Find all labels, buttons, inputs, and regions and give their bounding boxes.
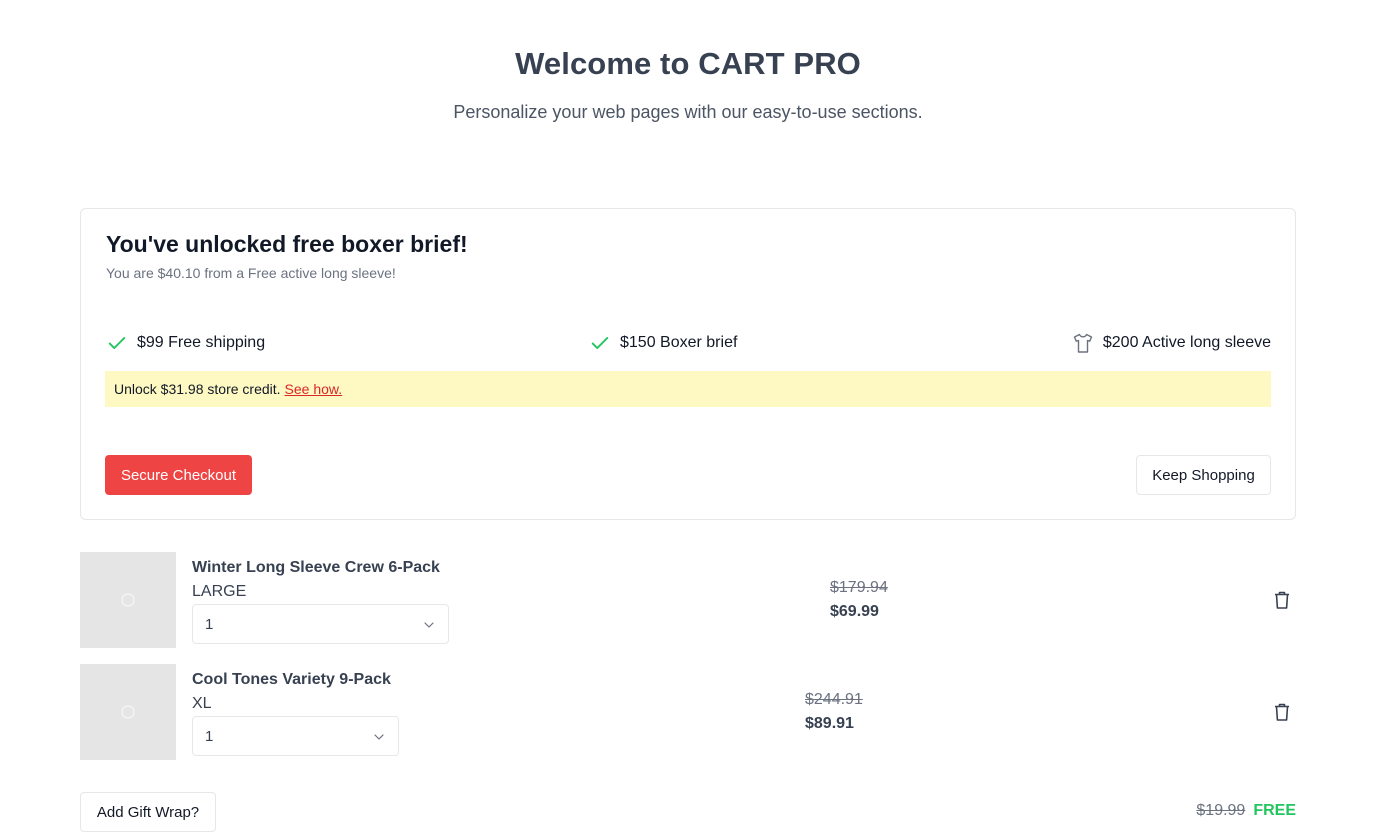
- trash-icon[interactable]: [1270, 700, 1294, 724]
- rewards-progress-text: You are $40.10 from a Free active long s…: [106, 265, 396, 281]
- chevron-down-icon: [424, 622, 434, 628]
- tier-free-shipping: $99 Free shipping: [105, 331, 265, 355]
- original-price: $244.91: [805, 691, 863, 708]
- shirt-icon: [1071, 331, 1095, 355]
- original-price: $179.94: [830, 579, 888, 596]
- rewards-heading: You've unlocked free boxer brief!: [106, 231, 468, 257]
- store-credit-notice: Unlock $31.98 store credit. See how.: [105, 371, 1271, 407]
- trash-icon[interactable]: [1270, 588, 1294, 612]
- page-subtitle: Personalize your web pages with our easy…: [453, 102, 923, 122]
- gift-wrap-free-label: FREE: [1253, 802, 1296, 819]
- quantity-select[interactable]: 1: [192, 716, 399, 756]
- tier-label: $150 Boxer brief: [620, 334, 738, 351]
- see-how-link[interactable]: See how.: [285, 381, 343, 397]
- tier-boxer-brief: $150 Boxer brief: [588, 331, 737, 355]
- notice-text: Unlock $31.98 store credit.: [114, 381, 281, 397]
- check-icon: [588, 331, 612, 355]
- product-name[interactable]: Winter Long Sleeve Crew 6-Pack: [192, 559, 440, 577]
- tier-label: $200 Active long sleeve: [1102, 334, 1271, 351]
- page-title: Welcome to CART PRO: [515, 46, 861, 81]
- product-image: [80, 664, 176, 760]
- sale-price: $69.99: [830, 603, 879, 620]
- secure-checkout-button[interactable]: Secure Checkout: [105, 455, 252, 495]
- tier-label: $99 Free shipping: [137, 334, 266, 351]
- chevron-down-icon: [374, 734, 384, 740]
- product-name[interactable]: Cool Tones Variety 9-Pack: [192, 671, 391, 689]
- quantity-value: 1: [205, 727, 214, 745]
- quantity-select[interactable]: 1: [192, 604, 449, 644]
- cart-item: Cool Tones Variety 9-Pack XL 1 $244.91 $…: [80, 664, 1296, 760]
- tier-active-long-sleeve: $200 Active long sleeve: [1071, 331, 1271, 355]
- product-variant: XL: [192, 695, 212, 712]
- add-gift-wrap-button[interactable]: Add Gift Wrap?: [80, 792, 216, 832]
- quantity-value: 1: [205, 615, 214, 633]
- product-image: [80, 552, 176, 648]
- sale-price: $89.91: [805, 715, 854, 732]
- rewards-panel: You've unlocked free boxer brief! You ar…: [80, 208, 1296, 520]
- check-icon: [105, 331, 129, 355]
- cart-item: Winter Long Sleeve Crew 6-Pack LARGE 1 $…: [80, 552, 1296, 648]
- gift-wrap-original-price: $19.99: [1196, 802, 1246, 819]
- keep-shopping-button[interactable]: Keep Shopping: [1136, 455, 1271, 495]
- product-variant: LARGE: [192, 583, 247, 600]
- gift-wrap-price: $19.99 FREE: [1196, 802, 1296, 820]
